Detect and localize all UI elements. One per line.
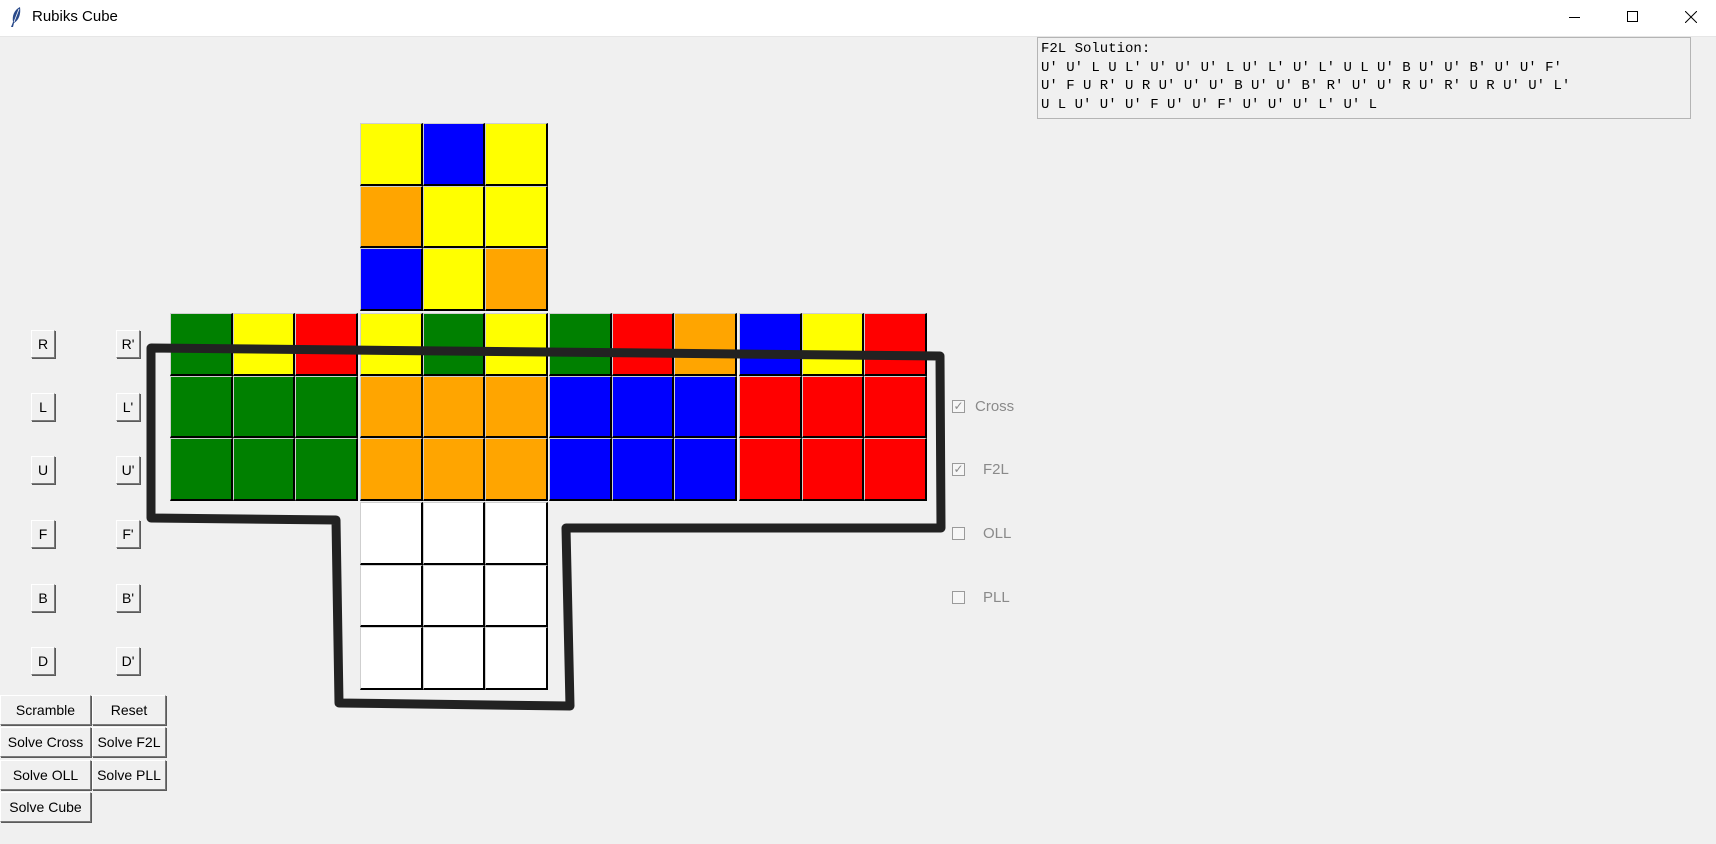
- sticker-right-1-1: [611, 375, 674, 438]
- sticker-front-1-0: [360, 375, 423, 438]
- sticker-back-0-2: [864, 313, 927, 376]
- move-l-prime-button[interactable]: L': [116, 393, 140, 421]
- cube-canvas: [0, 36, 1716, 844]
- sticker-back-1-2: [864, 375, 927, 438]
- sticker-front-2-2: [485, 438, 548, 501]
- maximize-icon: [1627, 11, 1638, 22]
- move-d-prime-button[interactable]: D': [116, 647, 140, 675]
- sticker-down-0-2: [485, 502, 548, 565]
- stage-label: PLL: [983, 588, 1010, 606]
- title-bar: Rubiks Cube: [0, 0, 1716, 37]
- sticker-down-1-0: [360, 564, 423, 627]
- stage-checkbox-oll[interactable]: OLL: [952, 522, 1011, 544]
- stage-label: Cross: [975, 397, 1015, 415]
- sticker-left-0-1: [232, 313, 295, 376]
- sticker-front-0-2: [485, 313, 548, 376]
- checkmark-icon[interactable]: ✓: [952, 399, 965, 413]
- solve-oll-button[interactable]: Solve OLL: [0, 760, 91, 790]
- feather-icon: [11, 7, 21, 27]
- move-u-button[interactable]: U: [31, 456, 55, 484]
- sticker-back-1-0: [739, 375, 802, 438]
- move-b-button[interactable]: B: [31, 584, 55, 612]
- sticker-up-1-2: [485, 185, 548, 248]
- sticker-back-2-0: [739, 438, 802, 501]
- sticker-right-0-2: [674, 313, 737, 376]
- sticker-down-0-0: [360, 502, 423, 565]
- stage-label: F2L: [983, 460, 1009, 478]
- sticker-up-2-2: [485, 248, 548, 311]
- sticker-down-2-0: [360, 627, 423, 690]
- scramble-button[interactable]: Scramble: [0, 695, 91, 725]
- sticker-down-1-1: [422, 564, 485, 627]
- sticker-left-1-1: [232, 375, 295, 438]
- sticker-right-0-1: [611, 313, 674, 376]
- sticker-front-2-0: [360, 438, 423, 501]
- sticker-back-2-1: [801, 438, 864, 501]
- sticker-front-2-1: [422, 438, 485, 501]
- sticker-down-2-2: [485, 627, 548, 690]
- move-f-prime-button[interactable]: F': [116, 520, 140, 548]
- move-r-button[interactable]: R: [31, 330, 55, 358]
- checkmark-icon[interactable]: ✓: [952, 462, 965, 476]
- sticker-up-0-0: [360, 123, 423, 186]
- sticker-up-0-2: [485, 123, 548, 186]
- sticker-up-1-1: [422, 185, 485, 248]
- sticker-left-2-2: [295, 438, 358, 501]
- stage-label: OLL: [983, 524, 1012, 542]
- sticker-front-1-1: [422, 375, 485, 438]
- sticker-left-2-1: [232, 438, 295, 501]
- sticker-right-1-0: [549, 375, 612, 438]
- sticker-left-0-0: [170, 313, 233, 376]
- sticker-right-2-1: [611, 438, 674, 501]
- reset-button[interactable]: Reset: [92, 695, 166, 725]
- window-title: Rubiks Cube: [32, 8, 118, 25]
- sticker-back-0-1: [801, 313, 864, 376]
- move-l-button[interactable]: L: [31, 393, 55, 421]
- solve-pll-button[interactable]: Solve PLL: [92, 760, 166, 790]
- sticker-left-2-0: [170, 438, 233, 501]
- sticker-front-1-2: [485, 375, 548, 438]
- sticker-down-0-1: [422, 502, 485, 565]
- stage-checkbox-f2l[interactable]: ✓ F2L: [952, 458, 1009, 480]
- sticker-right-2-0: [549, 438, 612, 501]
- sticker-left-1-0: [170, 375, 233, 438]
- stage-checkbox-cross[interactable]: ✓ Cross: [952, 395, 1014, 417]
- sticker-front-0-1: [422, 313, 485, 376]
- sticker-back-1-1: [801, 375, 864, 438]
- sticker-right-1-2: [674, 375, 737, 438]
- sticker-up-0-1: [422, 123, 485, 186]
- move-d-button[interactable]: D: [31, 647, 55, 675]
- sticker-down-1-2: [485, 564, 548, 627]
- minimize-icon: [1569, 17, 1580, 18]
- checkbox-empty-icon[interactable]: [952, 526, 965, 540]
- solve-cube-button[interactable]: Solve Cube: [0, 792, 91, 822]
- move-u-prime-button[interactable]: U': [116, 456, 140, 484]
- move-f-button[interactable]: F: [31, 520, 55, 548]
- move-r-prime-button[interactable]: R': [116, 330, 140, 358]
- close-button[interactable]: [1662, 0, 1716, 34]
- close-icon: [1685, 11, 1697, 23]
- checkbox-empty-icon[interactable]: [952, 590, 965, 604]
- sticker-up-2-0: [360, 248, 423, 311]
- sticker-up-2-1: [422, 248, 485, 311]
- minimize-button[interactable]: [1546, 0, 1604, 34]
- sticker-back-2-2: [864, 438, 927, 501]
- sticker-down-2-1: [422, 627, 485, 690]
- sticker-left-1-2: [295, 375, 358, 438]
- move-b-prime-button[interactable]: B': [116, 584, 140, 612]
- solve-f2l-button[interactable]: Solve F2L: [92, 727, 166, 757]
- sticker-right-2-2: [674, 438, 737, 501]
- solve-cross-button[interactable]: Solve Cross: [0, 727, 91, 757]
- sticker-back-0-0: [739, 313, 802, 376]
- sticker-right-0-0: [549, 313, 612, 376]
- maximize-button[interactable]: [1604, 0, 1662, 34]
- sticker-up-1-0: [360, 185, 423, 248]
- stage-checkbox-pll[interactable]: PLL: [952, 586, 1010, 608]
- sticker-left-0-2: [295, 313, 358, 376]
- sticker-front-0-0: [360, 313, 423, 376]
